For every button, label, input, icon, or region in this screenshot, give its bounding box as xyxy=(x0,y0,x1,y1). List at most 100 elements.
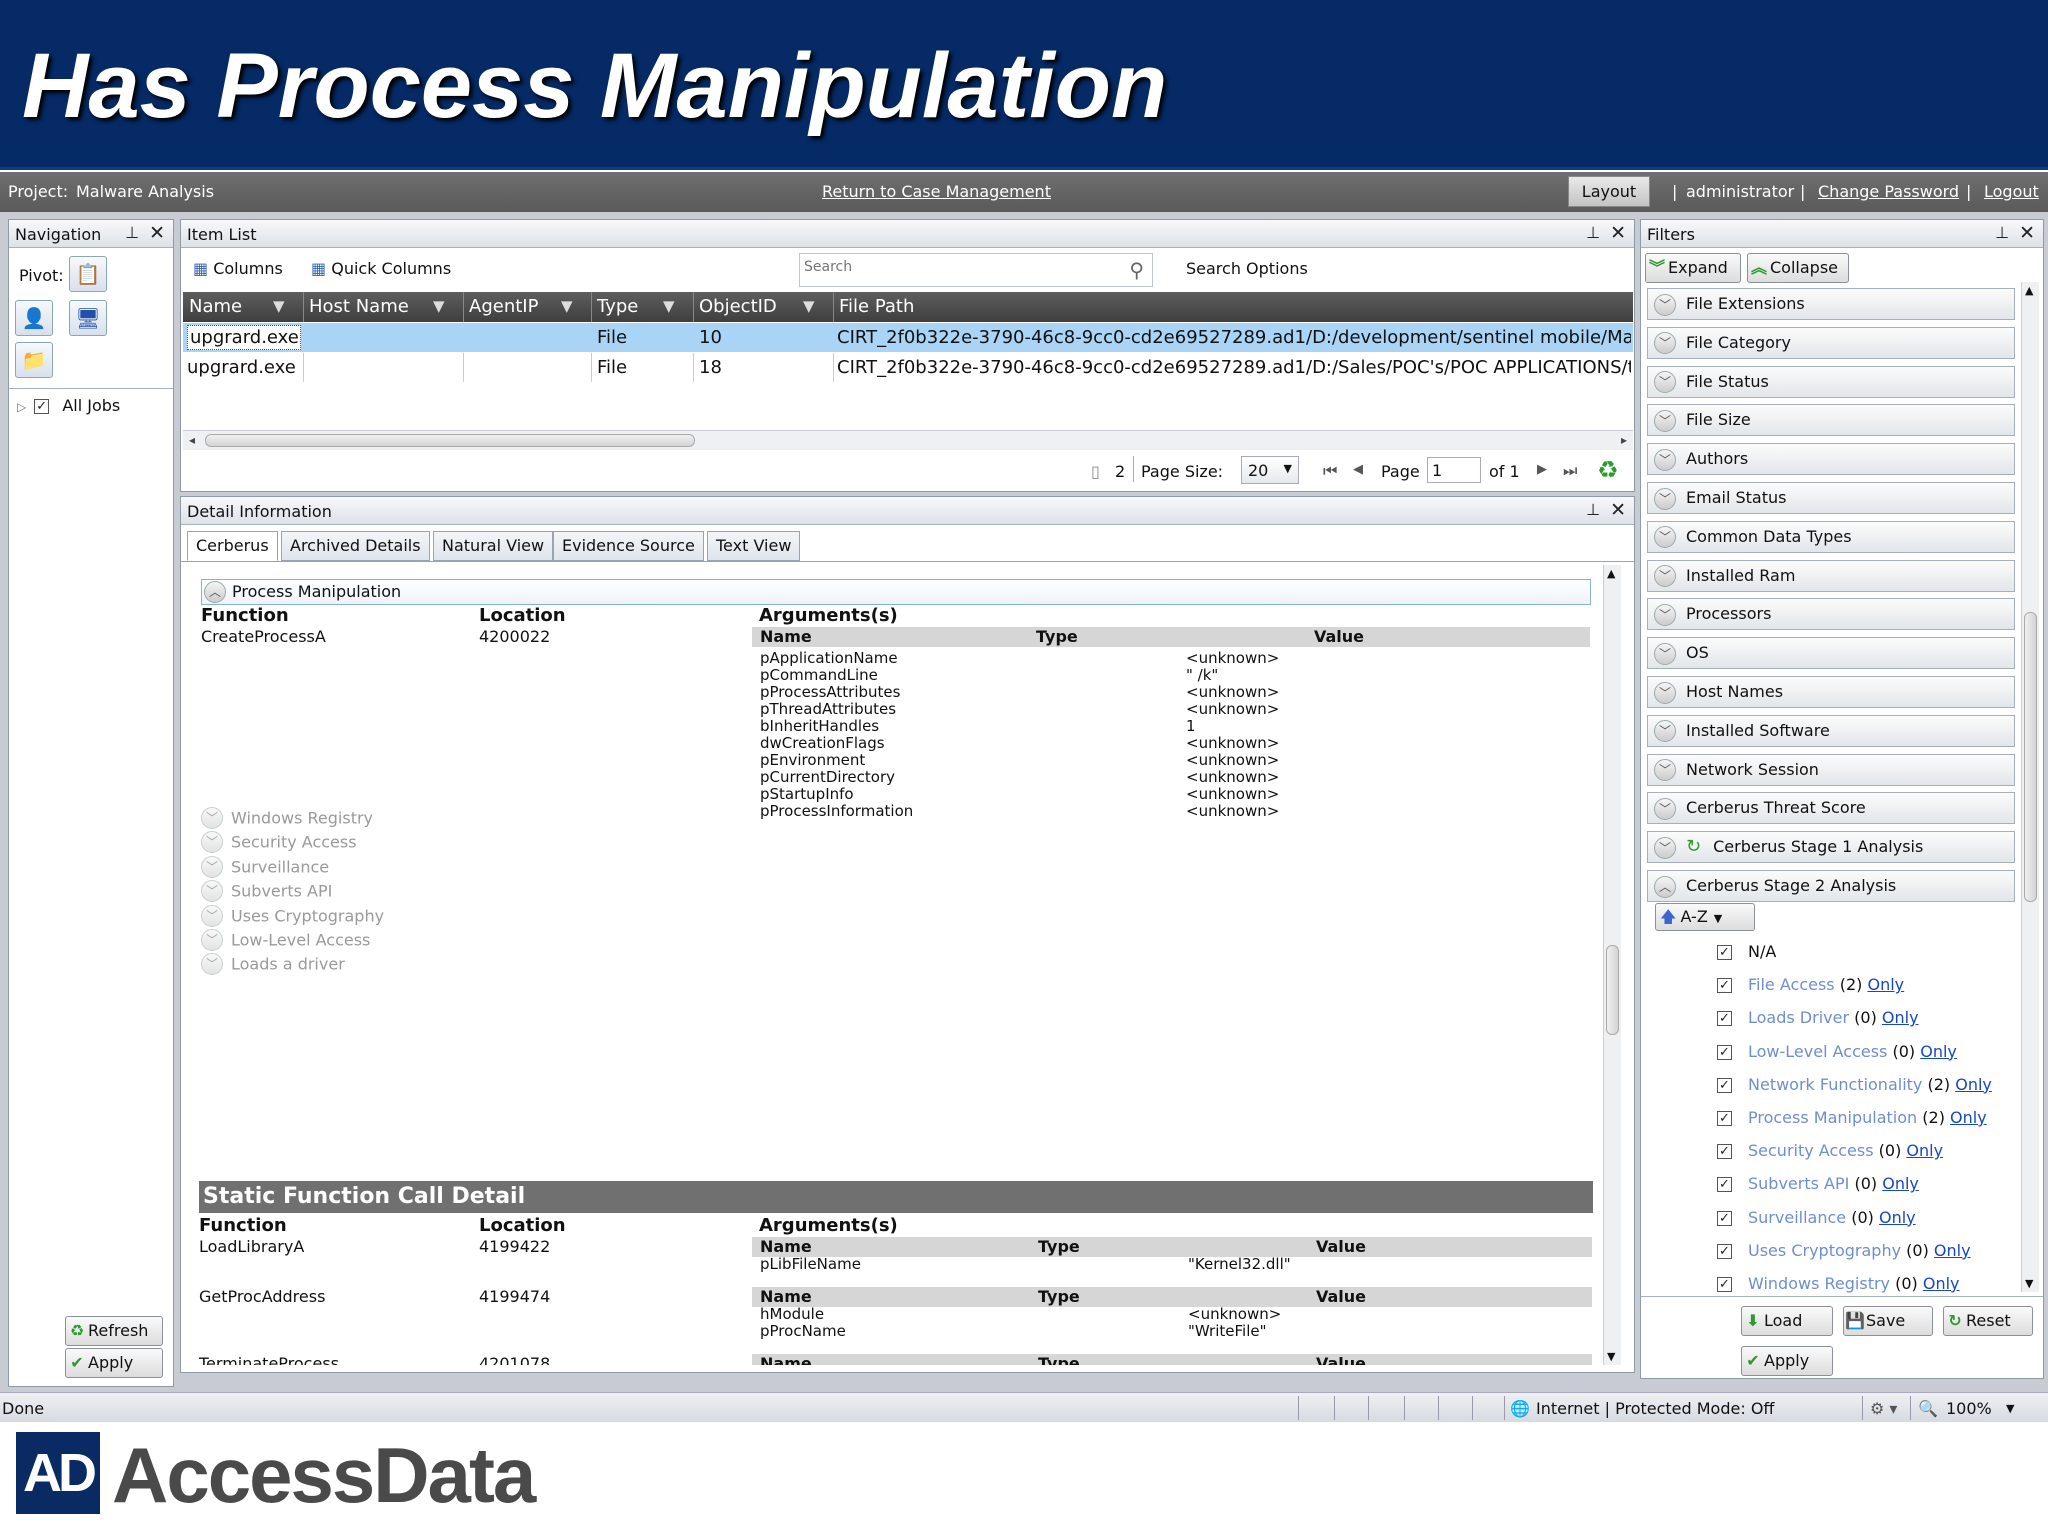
expand-icon[interactable]: ﹀ xyxy=(201,880,223,903)
expand-icon[interactable]: ﹀ xyxy=(1654,797,1676,820)
only-link[interactable]: Only xyxy=(1879,1208,1916,1227)
scroll-down-icon[interactable]: ▼ xyxy=(1607,1350,1615,1363)
filter-option[interactable]: ✓ Network Functionality (2) Only xyxy=(1717,1075,1992,1094)
protected-mode-icon[interactable]: ⚙ ▾ xyxy=(1870,1399,1897,1418)
expand-icon[interactable]: ﹀ xyxy=(201,929,223,951)
tab-text-view[interactable]: Text View xyxy=(707,531,801,561)
first-page-icon[interactable]: ⏮ xyxy=(1323,461,1337,481)
filter-icon[interactable]: ▼ xyxy=(561,297,573,315)
clipboard-icon[interactable]: 📋 xyxy=(69,256,107,292)
previous-page-icon[interactable]: ◀ xyxy=(1353,462,1363,477)
tab-natural-view[interactable]: Natural View xyxy=(433,531,554,561)
filter-option[interactable]: ✓ Loads Driver (0) Only xyxy=(1717,1008,1919,1027)
tab-archived-details[interactable]: Archived Details xyxy=(281,531,430,561)
tree-item-all-jobs[interactable]: ▷ ✓ All Jobs xyxy=(17,396,120,415)
expand-icon[interactable]: ﹀ xyxy=(1654,642,1676,665)
filter-option[interactable]: ✓ N/A xyxy=(1717,942,1776,961)
checkbox[interactable]: ✓ xyxy=(1717,1210,1732,1226)
table-row[interactable]: upgrard.exe File 18 CIRT_2f0b322e-3790-4… xyxy=(183,353,1633,382)
collapsed-section[interactable]: ﹀ Surveillance xyxy=(201,855,329,878)
filter-group-button[interactable]: ﹀ Cerberus Threat Score xyxy=(1647,792,2015,825)
filter-group-button[interactable]: ﹀ ↻ Cerberus Stage 1 Analysis xyxy=(1647,831,2015,864)
checkbox[interactable]: ✓ xyxy=(1717,1077,1732,1093)
expand-icon[interactable]: ﹀ xyxy=(1654,836,1676,859)
filter-group-button[interactable]: ︿ Cerberus Stage 2 Analysis xyxy=(1647,870,2015,902)
expand-icon[interactable]: ﹀ xyxy=(1654,487,1676,510)
filter-group-button[interactable]: ﹀ File Size xyxy=(1647,404,2015,437)
checkbox[interactable]: ✓ xyxy=(1717,1044,1732,1060)
only-link[interactable]: Only xyxy=(1906,1141,1943,1160)
columns-button[interactable]: ▦ Columns xyxy=(193,259,283,278)
page-number-input[interactable]: 1 xyxy=(1427,457,1481,483)
expand-icon[interactable]: ﹀ xyxy=(1654,332,1676,355)
checkbox[interactable]: ✓ xyxy=(1717,1277,1732,1292)
save-button[interactable]: 💾Save xyxy=(1843,1306,1933,1336)
close-icon[interactable]: ✕ xyxy=(2019,222,2035,244)
filter-icon[interactable]: ▼ xyxy=(803,297,815,315)
filter-group-button[interactable]: ﹀ File Category xyxy=(1647,326,2015,359)
filter-icon[interactable]: ▼ xyxy=(433,297,445,315)
checkbox[interactable]: ✓ xyxy=(1717,1243,1732,1259)
vertical-scrollbar[interactable]: ▲ ▼ xyxy=(2021,282,2039,1292)
only-link[interactable]: Only xyxy=(1882,1174,1919,1193)
checkbox[interactable]: ✓ xyxy=(1717,978,1732,994)
search-options-link[interactable]: Search Options xyxy=(1186,259,1308,278)
filter-icon[interactable]: ▼ xyxy=(273,297,285,315)
collapse-icon[interactable]: ︿ xyxy=(1654,875,1676,898)
collapsed-section[interactable]: ﹀ Loads a driver xyxy=(201,953,345,976)
scrollbar-thumb[interactable] xyxy=(2024,612,2037,902)
logout-link[interactable]: Logout xyxy=(1984,182,2039,201)
tab-evidence-source[interactable]: Evidence Source xyxy=(553,531,704,561)
collapsed-section[interactable]: ﹀ Low-Level Access xyxy=(201,929,370,951)
layout-button[interactable]: Layout xyxy=(1568,176,1650,207)
expand-icon[interactable]: ﹀ xyxy=(1654,448,1676,471)
filter-group-button[interactable]: ﹀ Authors xyxy=(1647,443,2015,476)
load-button[interactable]: ⬇ Load xyxy=(1741,1306,1833,1336)
filter-option[interactable]: ✓ Low-Level Access (0) Only xyxy=(1717,1042,1957,1061)
collapse-button[interactable]: ︽ Collapse xyxy=(1747,253,1849,283)
only-link[interactable]: Only xyxy=(1923,1274,1960,1293)
column-header-type[interactable]: Type xyxy=(597,296,638,317)
filter-option[interactable]: ✓ Security Access (0) Only xyxy=(1717,1141,1943,1160)
filter-option[interactable]: ✓ File Access (2) Only xyxy=(1717,975,1904,994)
pin-icon[interactable]: ⊥ xyxy=(1586,223,1600,242)
search-input[interactable] xyxy=(804,259,1104,275)
user-icon[interactable]: 👤 xyxy=(15,300,53,336)
last-page-icon[interactable]: ⏭ xyxy=(1563,461,1577,481)
scroll-right-icon[interactable]: ▸ xyxy=(1621,433,1627,447)
expand-button[interactable]: ︾ Expand xyxy=(1645,253,1741,283)
scroll-up-icon[interactable]: ▲ xyxy=(2025,284,2033,297)
filter-group-button[interactable]: ﹀ File Extensions xyxy=(1647,288,2015,320)
scroll-up-icon[interactable]: ▲ xyxy=(1607,567,1615,580)
only-link[interactable]: Only xyxy=(1934,1241,1971,1260)
filter-group-button[interactable]: ﹀ Host Names xyxy=(1647,676,2015,708)
close-icon[interactable]: ✕ xyxy=(1610,222,1626,244)
table-row[interactable]: upgrard.exe File 10 CIRT_2f0b322e-3790-4… xyxy=(183,323,1633,352)
expand-icon[interactable]: ﹀ xyxy=(1654,681,1676,704)
chevron-down-icon[interactable]: ▼ xyxy=(2006,1402,2014,1415)
expand-icon[interactable]: ﹀ xyxy=(201,831,223,854)
collapsed-section[interactable]: ﹀ Security Access xyxy=(201,831,357,854)
only-link[interactable]: Only xyxy=(1868,975,1905,994)
scrollbar-thumb[interactable] xyxy=(205,434,695,447)
expand-icon[interactable]: ﹀ xyxy=(201,953,223,976)
section-process-manipulation[interactable]: ︿ Process Manipulation xyxy=(201,579,1591,605)
checkbox[interactable]: ✓ xyxy=(1717,1111,1732,1126)
only-link[interactable]: Only xyxy=(1882,1008,1919,1027)
apply-button[interactable]: ✔ Apply xyxy=(1741,1346,1833,1376)
only-link[interactable]: Only xyxy=(1955,1075,1992,1094)
expand-icon[interactable]: ﹀ xyxy=(1654,526,1676,549)
collapsed-section[interactable]: ﹀ Subverts API xyxy=(201,880,332,903)
filter-group-button[interactable]: ﹀ Common Data Types xyxy=(1647,520,2015,553)
checkbox[interactable]: ✓ xyxy=(34,399,50,414)
only-link[interactable]: Only xyxy=(1920,1042,1957,1061)
expand-icon[interactable]: ﹀ xyxy=(201,855,223,878)
scroll-left-icon[interactable]: ◂ xyxy=(189,433,195,447)
search-box[interactable]: ⚲ xyxy=(799,253,1153,287)
filter-option[interactable]: ✓ Windows Registry (0) Only xyxy=(1717,1274,1960,1293)
checkbox[interactable]: ✓ xyxy=(1717,945,1732,960)
filter-group-button[interactable]: ﹀ Network Session xyxy=(1647,753,2015,786)
change-password-link[interactable]: Change Password xyxy=(1818,182,1959,201)
close-icon[interactable]: ✕ xyxy=(149,222,165,244)
expand-icon[interactable]: ﹀ xyxy=(1654,603,1676,626)
